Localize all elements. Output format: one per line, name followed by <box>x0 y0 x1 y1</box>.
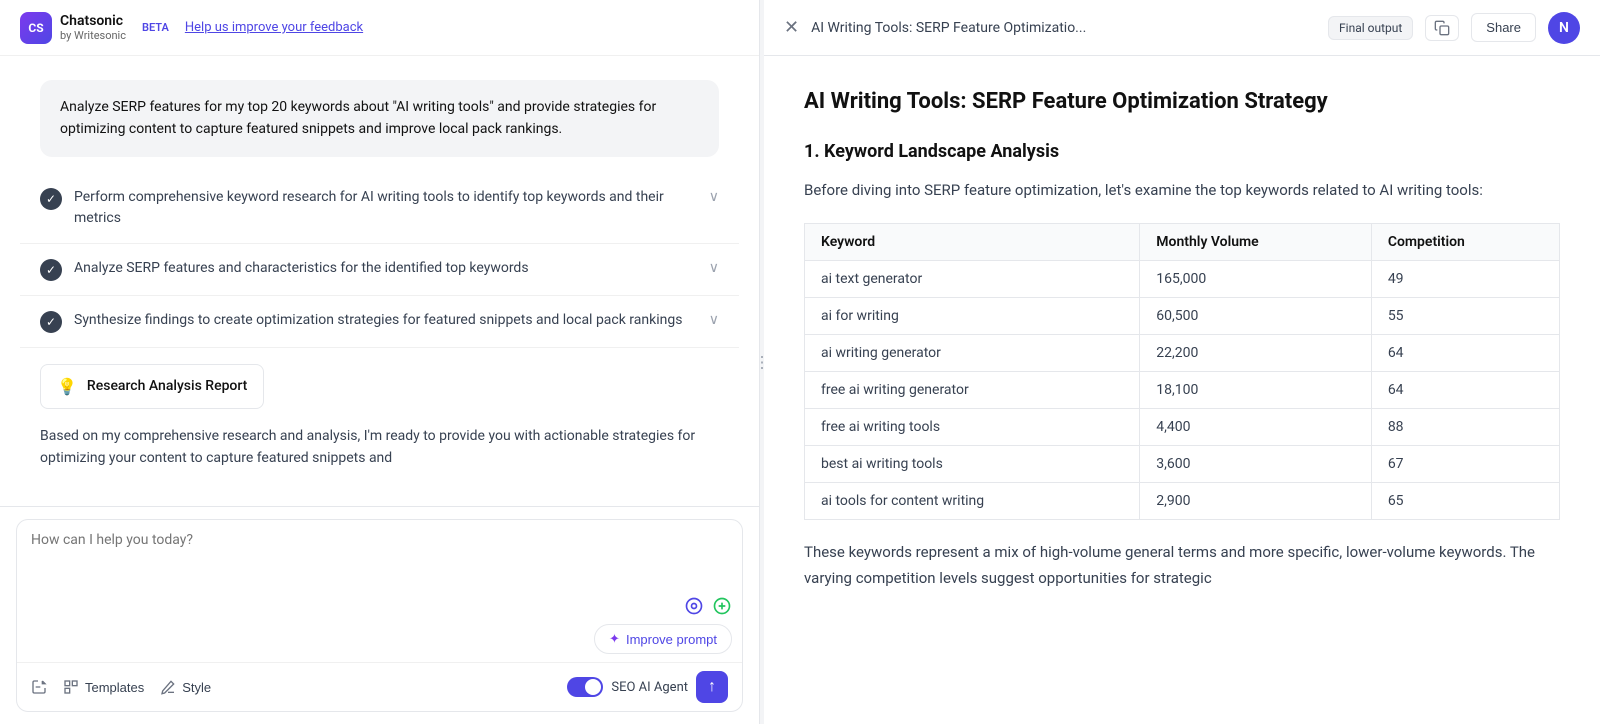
send-button[interactable]: ↑ <box>696 671 728 703</box>
bulb-icon: 💡 <box>57 377 77 396</box>
input-box: ✦ Improve prompt Templates Style <box>16 519 743 712</box>
left-panel: CS Chatsonic by Writesonic BETA Help us … <box>0 0 760 724</box>
seo-toggle-label: SEO AI Agent <box>611 680 688 695</box>
keyword-table: Keyword Monthly Volume Competition ai te… <box>804 223 1560 520</box>
doc-heading: AI Writing Tools: SERP Feature Optimizat… <box>804 88 1560 117</box>
task-text-3: Synthesize findings to create optimizati… <box>74 310 697 331</box>
report-card-label: Research Analysis Report <box>87 378 247 394</box>
grammar-icon-btn[interactable] <box>712 596 732 616</box>
task-item-3: ✓ Synthesize findings to create optimiza… <box>20 296 739 348</box>
task-check-3: ✓ <box>40 311 62 333</box>
task-text-1: Perform comprehensive keyword research f… <box>74 187 697 229</box>
final-output-badge: Final output <box>1328 16 1413 40</box>
panel-divider[interactable] <box>760 0 764 724</box>
user-avatar: N <box>1548 12 1580 44</box>
improve-prompt-button[interactable]: ✦ Improve prompt <box>594 624 732 654</box>
input-icons-row <box>17 592 742 620</box>
table-row: ai for writing60,50055 <box>805 298 1560 335</box>
col-header-competition: Competition <box>1371 224 1559 261</box>
seo-toggle-area: SEO AI Agent ↑ <box>567 671 728 703</box>
outro-text: These keywords represent a mix of high-v… <box>804 540 1560 591</box>
attachment-button[interactable] <box>31 679 47 695</box>
location-icon-btn[interactable] <box>684 596 704 616</box>
table-row: best ai writing tools3,60067 <box>805 446 1560 483</box>
table-row: ai writing generator22,20064 <box>805 335 1560 372</box>
table-row: free ai writing tools4,40088 <box>805 409 1560 446</box>
feedback-link[interactable]: Help us improve your feedback <box>185 20 363 35</box>
share-button[interactable]: Share <box>1471 13 1536 42</box>
intro-text: Before diving into SERP feature optimiza… <box>804 178 1560 204</box>
toolbar-left: Templates Style <box>31 679 211 695</box>
task-chevron-3[interactable]: ∨ <box>709 312 719 328</box>
improve-row: ✦ Improve prompt <box>17 620 742 662</box>
right-panel: ✕ AI Writing Tools: SERP Feature Optimiz… <box>764 0 1600 724</box>
doc-title: AI Writing Tools: SERP Feature Optimizat… <box>811 20 1316 36</box>
report-card: 💡 Research Analysis Report <box>40 364 264 409</box>
sparkle-icon: ✦ <box>609 631 620 647</box>
input-toolbar: Templates Style SEO AI Agent ↑ <box>17 662 742 711</box>
right-content: AI Writing Tools: SERP Feature Optimizat… <box>764 56 1600 724</box>
logo-area: CS Chatsonic by Writesonic <box>20 12 126 44</box>
table-row: ai tools for content writing2,90065 <box>805 483 1560 520</box>
close-button[interactable]: ✕ <box>784 17 799 38</box>
user-message: Analyze SERP features for my top 20 keyw… <box>40 80 719 157</box>
chat-input[interactable] <box>31 532 728 576</box>
analysis-text: Based on my comprehensive research and a… <box>20 425 739 470</box>
section1-heading: 1. Keyword Landscape Analysis <box>804 141 1560 162</box>
task-chevron-2[interactable]: ∨ <box>709 260 719 276</box>
app-sub: by Writesonic <box>60 29 126 42</box>
top-bar: CS Chatsonic by Writesonic BETA Help us … <box>0 0 759 56</box>
seo-toggle[interactable] <box>567 677 603 697</box>
right-top-bar: ✕ AI Writing Tools: SERP Feature Optimiz… <box>764 0 1600 56</box>
table-row: ai text generator165,00049 <box>805 261 1560 298</box>
task-check-1: ✓ <box>40 188 62 210</box>
task-chevron-1[interactable]: ∨ <box>709 189 719 205</box>
logo-icon: CS <box>20 12 52 44</box>
copy-button[interactable] <box>1425 15 1459 41</box>
task-text-2: Analyze SERP features and characteristic… <box>74 258 697 279</box>
task-list: ✓ Perform comprehensive keyword research… <box>20 173 739 348</box>
textarea-row <box>17 520 742 592</box>
col-header-keyword: Keyword <box>805 224 1140 261</box>
style-button[interactable]: Style <box>160 679 211 695</box>
toggle-knob <box>585 679 601 695</box>
task-item-2: ✓ Analyze SERP features and characterist… <box>20 244 739 296</box>
beta-badge: BETA <box>142 21 169 34</box>
app-name: Chatsonic <box>60 13 126 29</box>
table-row: free ai writing generator18,10064 <box>805 372 1560 409</box>
logo-text: Chatsonic by Writesonic <box>60 13 126 42</box>
chat-area: Analyze SERP features for my top 20 keyw… <box>0 56 759 506</box>
input-area: ✦ Improve prompt Templates Style <box>0 506 759 724</box>
task-check-2: ✓ <box>40 259 62 281</box>
templates-button[interactable]: Templates <box>63 679 144 695</box>
col-header-volume: Monthly Volume <box>1140 224 1372 261</box>
task-item-1: ✓ Perform comprehensive keyword research… <box>20 173 739 244</box>
